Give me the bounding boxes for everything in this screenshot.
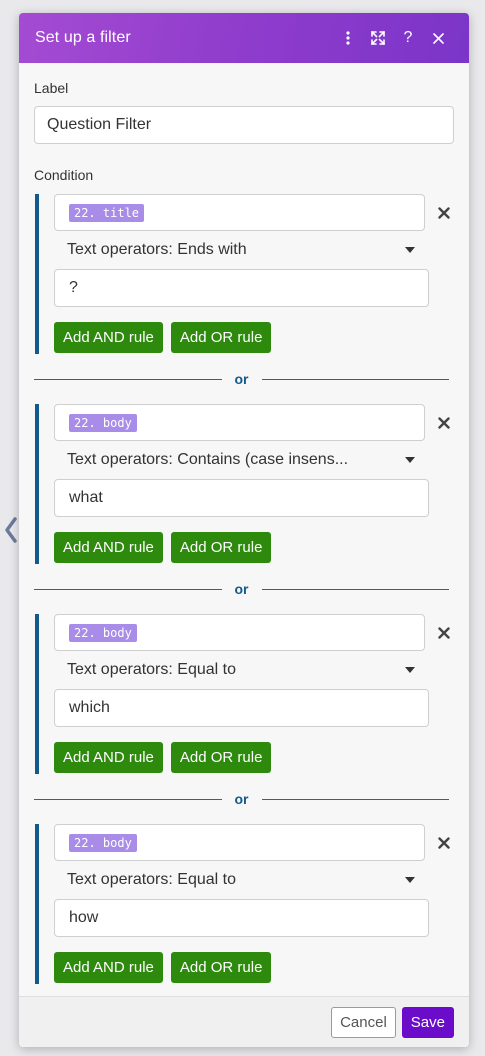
chevron-down-icon — [405, 457, 415, 463]
condition-rule-4: 22. body Text operators: Equal to how Ad… — [35, 824, 454, 984]
value-input[interactable]: how — [54, 899, 429, 937]
expand-icon[interactable] — [363, 23, 393, 53]
collapse-chevron-left-icon[interactable] — [3, 515, 19, 545]
remove-rule-icon[interactable] — [434, 413, 454, 433]
add-and-rule-button[interactable]: Add AND rule — [54, 742, 163, 773]
add-or-rule-button[interactable]: Add OR rule — [170, 532, 272, 563]
remove-rule-icon[interactable] — [434, 203, 454, 223]
filter-dialog: Set up a filter ? Label Question Filter … — [19, 13, 469, 1047]
operator-select[interactable]: Text operators: Equal to — [54, 861, 429, 899]
help-icon[interactable]: ? — [393, 23, 423, 53]
operator-select[interactable]: Text operators: Contains (case insens... — [54, 441, 429, 479]
or-separator: or — [34, 354, 449, 404]
dialog-footer: Cancel Save — [19, 996, 469, 1047]
chevron-down-icon — [405, 667, 415, 673]
or-separator: or — [34, 774, 449, 824]
condition-rule-1: 22. title Text operators: Ends with ? Ad… — [35, 194, 454, 354]
field-input[interactable]: 22. body — [54, 614, 426, 651]
field-token[interactable]: 22. body — [69, 413, 137, 432]
remove-rule-icon[interactable] — [434, 833, 454, 853]
condition-rule-3: 22. body Text operators: Equal to which … — [35, 614, 454, 774]
value-input[interactable]: which — [54, 689, 429, 727]
chevron-down-icon — [405, 877, 415, 883]
remove-rule-icon[interactable] — [434, 623, 454, 643]
add-or-rule-button[interactable]: Add OR rule — [170, 742, 272, 773]
header-actions: ? — [333, 23, 453, 53]
condition-label: Condition — [34, 167, 94, 183]
label-input[interactable]: Question Filter — [34, 106, 454, 144]
dialog-header: Set up a filter ? — [19, 13, 469, 63]
add-or-rule-button[interactable]: Add OR rule — [170, 952, 272, 983]
field-input[interactable]: 22. title — [54, 194, 426, 231]
field-token[interactable]: 22. body — [69, 623, 137, 642]
add-or-rule-button[interactable]: Add OR rule — [170, 322, 272, 353]
field-input[interactable]: 22. body — [54, 404, 426, 441]
add-and-rule-button[interactable]: Add AND rule — [54, 322, 163, 353]
save-button[interactable]: Save — [401, 1006, 454, 1038]
label-field-label: Label — [34, 80, 69, 96]
field-input[interactable]: 22. body — [54, 824, 426, 861]
condition-rule-2: 22. body Text operators: Contains (case … — [35, 404, 454, 564]
close-icon[interactable] — [423, 23, 453, 53]
operator-select[interactable]: Text operators: Equal to — [54, 651, 429, 689]
field-token[interactable]: 22. title — [69, 203, 145, 222]
value-input[interactable]: what — [54, 479, 429, 517]
or-separator: or — [34, 564, 449, 614]
dialog-title: Set up a filter — [35, 29, 131, 46]
add-and-rule-button[interactable]: Add AND rule — [54, 532, 163, 563]
value-input[interactable]: ? — [54, 269, 429, 307]
dialog-content: Label Question Filter Condition 22. titl… — [19, 63, 469, 984]
operator-select[interactable]: Text operators: Ends with — [54, 231, 429, 269]
chevron-down-icon — [405, 247, 415, 253]
field-token[interactable]: 22. body — [69, 833, 137, 852]
cancel-button[interactable]: Cancel — [331, 1006, 396, 1038]
more-vertical-icon[interactable] — [333, 23, 363, 53]
add-and-rule-button[interactable]: Add AND rule — [54, 952, 163, 983]
